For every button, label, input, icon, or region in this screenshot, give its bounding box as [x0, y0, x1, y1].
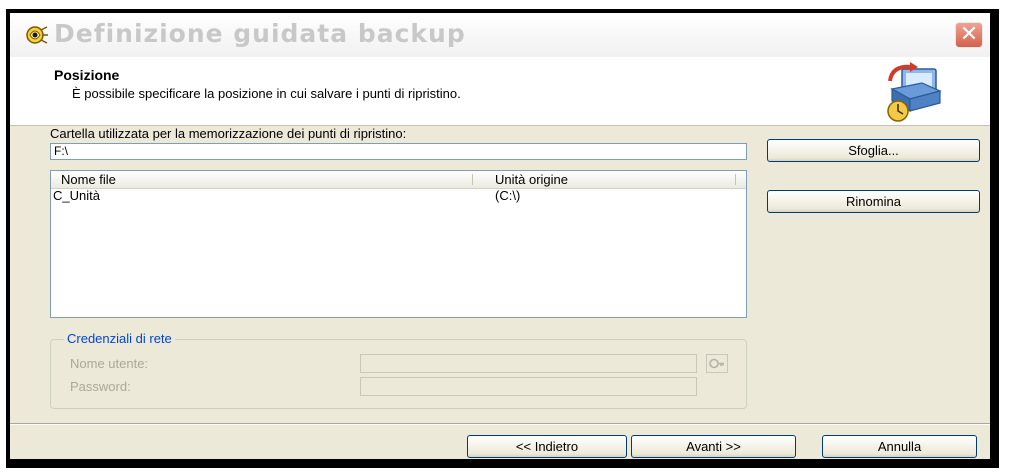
wizard-icon — [26, 26, 48, 44]
rename-button[interactable]: Rinomina — [767, 190, 980, 213]
password-field[interactable] — [360, 377, 697, 396]
browse-button[interactable]: Sfoglia... — [767, 139, 980, 162]
location-field[interactable]: F:\ — [50, 143, 747, 160]
key-icon — [709, 358, 724, 369]
close-button[interactable]: ✕ — [955, 22, 983, 48]
credentials-group-legend: Credenziali di rete — [64, 331, 175, 346]
location-label: Cartella utilizzata per la memorizzazion… — [50, 126, 407, 141]
footer-divider — [10, 423, 990, 425]
cancel-button[interactable]: Annulla — [822, 435, 977, 458]
backup-restore-icon — [887, 62, 942, 122]
column-header-source-drive[interactable]: Unità origine — [495, 171, 568, 188]
list-header: Nome file Unità origine — [51, 171, 746, 189]
restore-points-list[interactable]: Nome file Unità origine C_Unità (C:\) — [50, 170, 747, 318]
wizard-header: Posizione È possibile specificare la pos… — [10, 57, 990, 126]
back-button[interactable]: << Indietro — [467, 435, 627, 458]
title-bar[interactable]: Definizione guidata backup ✕ — [10, 13, 990, 57]
username-label: Nome utente: — [70, 356, 149, 371]
page-description: È possibile specificare la posizione in … — [72, 86, 461, 101]
page-title: Posizione — [54, 67, 120, 83]
wizard-window: Definizione guidata backup ✕ Posizione È… — [10, 13, 990, 459]
list-item[interactable]: C_Unità (C:\) — [51, 188, 746, 205]
file-name-cell: C_Unità — [53, 188, 100, 203]
source-drive-cell: (C:\) — [495, 188, 521, 203]
credentials-lookup-button[interactable] — [706, 354, 728, 373]
window-frame: Definizione guidata backup ✕ Posizione È… — [6, 9, 999, 468]
column-header-file-name[interactable]: Nome file — [61, 171, 116, 188]
password-label: Password: — [70, 379, 131, 394]
next-button[interactable]: Avanti >> — [631, 435, 796, 458]
credentials-group — [50, 339, 747, 409]
close-icon: ✕ — [959, 22, 979, 47]
column-divider[interactable] — [472, 174, 473, 185]
username-field[interactable] — [360, 354, 697, 373]
window-title: Definizione guidata backup — [54, 19, 466, 48]
column-divider[interactable] — [735, 174, 736, 185]
